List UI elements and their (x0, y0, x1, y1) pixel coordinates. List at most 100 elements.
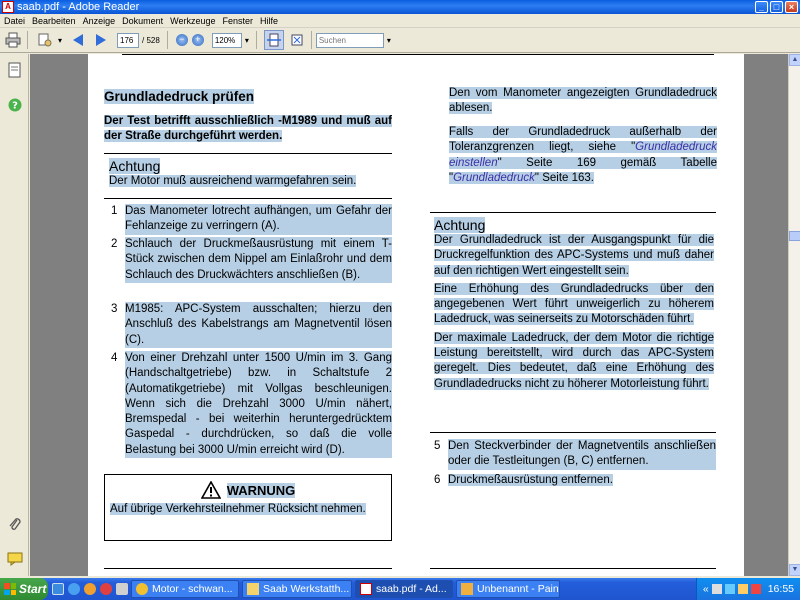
step-number: 3 (111, 303, 118, 315)
achtung-title: Achtung (434, 217, 486, 233)
toolbar: ▾ / 528 − + ▾ ▾ (0, 28, 800, 53)
security-icon[interactable] (750, 584, 761, 594)
taskbar-item-saab-werkstatt[interactable]: Saab Werkstatth... (242, 580, 352, 598)
page-total-label: / 528 (142, 35, 160, 45)
menu-bearbeiten[interactable]: Bearbeiten (28, 16, 79, 26)
document-viewport[interactable]: Grundladedruck prüfen Der Test betrifft … (30, 54, 788, 576)
tray-expand-icon[interactable]: « (703, 583, 709, 595)
taskbar-item-motor[interactable]: Motor - schwan... (131, 580, 239, 598)
page-frame-top (122, 54, 714, 55)
step-text: Druckmeßausrüstung entfernen. (448, 474, 613, 486)
step-text: Den Steckverbinder der Magnetventils ans… (448, 439, 716, 470)
pages-panel-icon[interactable] (7, 62, 23, 78)
start-button[interactable]: Start (0, 578, 48, 600)
tray-app-icon[interactable] (737, 584, 748, 594)
browser-icon (136, 583, 148, 595)
step-number: 4 (111, 352, 118, 364)
taskbar-item-saab-pdf[interactable]: saab.pdf - Ad... (355, 580, 453, 598)
link-grundladedruck-tabelle[interactable]: Grundladedruck (453, 172, 535, 184)
intro-text: Der Test betrifft ausschließlich -M1989 … (104, 115, 392, 143)
step-text: Schlauch der Druckmeßausrüstung mit eine… (125, 237, 392, 283)
print-button[interactable] (3, 30, 23, 50)
warning-title: WARNUNG (226, 482, 296, 498)
network-icon[interactable] (711, 584, 722, 594)
window-title: saab.pdf - Adobe Reader (17, 1, 140, 13)
windows-logo-icon (4, 583, 16, 595)
system-tray: « 16:55 (695, 578, 800, 600)
toolbar-separator (166, 31, 168, 49)
dropdown-arrow-icon[interactable]: ▾ (58, 36, 62, 45)
show-desktop-icon[interactable] (52, 583, 64, 595)
internet-explorer-icon[interactable] (68, 583, 80, 595)
warning-box: WARNUNG Auf übrige Verkehrsteilnehmer Rü… (104, 474, 392, 541)
step-text: Das Manometer lotrecht aufhängen, um Gef… (125, 204, 392, 235)
scroll-down-button[interactable]: ▼ (789, 564, 800, 576)
zoom-dropdown-arrow-icon[interactable]: ▾ (245, 36, 249, 45)
task-label: Motor - schwan... (152, 583, 233, 595)
attachment-icon[interactable] (7, 517, 23, 533)
task-label: saab.pdf - Ad... (376, 583, 447, 595)
intro-paragraph: Der Test betrifft ausschließlich -M1989 … (104, 114, 392, 145)
zoom-in-icon[interactable]: + (191, 34, 204, 46)
paint-icon (461, 583, 473, 595)
achtung-box-left: Achtung Der Motor muß ausreichend warmge… (109, 158, 389, 189)
pdf-app-icon: A (2, 1, 14, 13)
step-text: M1985: APC-System ausschalten; hierzu de… (125, 302, 392, 348)
start-label: Start (19, 582, 47, 596)
divider (104, 153, 392, 154)
step-number: 1 (111, 205, 118, 217)
step-item: 2 Schlauch der Druckmeßausrüstung mit ei… (111, 237, 392, 283)
hand-tool-button[interactable] (35, 30, 55, 50)
step-item: 5 Den Steckverbinder der Magnetventils a… (434, 439, 716, 470)
warning-icon (200, 481, 221, 499)
step-item: 3 M1985: APC-System ausschalten; hierzu … (111, 302, 392, 348)
menu-fenster[interactable]: Fenster (218, 16, 256, 26)
next-page-button[interactable] (91, 30, 111, 50)
search-dropdown-arrow-icon[interactable]: ▾ (387, 36, 391, 45)
reading-text: Den vom Manometer angezeigten Grundladed… (449, 87, 717, 115)
search-input[interactable] (315, 32, 384, 48)
scroll-thumb[interactable] (789, 231, 800, 241)
menu-dokument[interactable]: Dokument (118, 16, 166, 26)
taskbar-item-paint[interactable]: Unbenannt - Paint (456, 580, 560, 598)
page-number-input[interactable] (117, 32, 140, 48)
quicklaunch-app-icon[interactable] (100, 583, 112, 595)
media-player-icon[interactable] (84, 583, 96, 595)
achtung-text: Der Motor muß ausreichend warmgefahren s… (109, 175, 357, 187)
right-para-1: Den vom Manometer angezeigten Grundladed… (449, 86, 717, 117)
zoom-out-icon[interactable]: − (175, 34, 188, 46)
achtung-para: Eine Erhöhung des Grundladedrucks über d… (434, 282, 714, 326)
help-icon[interactable]: ? (7, 97, 23, 113)
prev-page-button[interactable] (68, 30, 88, 50)
comments-icon[interactable] (7, 551, 23, 567)
menu-datei[interactable]: Datei (0, 16, 28, 26)
menu-werkzeuge[interactable]: Werkzeuge (166, 16, 218, 26)
fit-page-button[interactable] (287, 30, 307, 50)
divider (104, 568, 392, 569)
zoom-input[interactable] (211, 32, 242, 48)
warning-text: Auf übrige Verkehrsteilnehmer Rücksicht … (110, 503, 366, 515)
prev-page-icon (73, 34, 84, 46)
navigation-panel: ? (0, 54, 29, 576)
menu-anzeige[interactable]: Anzeige (79, 16, 119, 26)
achtung-title: Achtung (109, 158, 161, 174)
step-text: Von einer Drehzahl unter 1500 U/min im 3… (125, 351, 392, 459)
quicklaunch-app-icon[interactable] (116, 583, 128, 595)
menu-hilfe[interactable]: Hilfe (256, 16, 281, 26)
volume-icon[interactable] (724, 584, 735, 594)
step-item: 1 Das Manometer lotrecht aufhängen, um G… (111, 204, 392, 235)
clock[interactable]: 16:55 (768, 583, 794, 595)
maximize-button[interactable]: □ (770, 1, 783, 13)
achtung-para: Der Grundladedruck ist der Ausgangspunkt… (434, 234, 714, 277)
right-para-2: Falls der Grundladedruck außerhalb der T… (449, 125, 717, 186)
vertical-scrollbar[interactable]: ▲ ▼ (788, 54, 800, 576)
scroll-up-button[interactable]: ▲ (789, 54, 800, 66)
toolbar-separator (310, 31, 312, 49)
toolbar-separator (27, 31, 28, 49)
para-text: " Seite 163. (534, 171, 594, 184)
minimize-button[interactable]: _ (755, 1, 768, 13)
close-button[interactable]: × (785, 1, 798, 13)
fit-width-button[interactable] (263, 30, 284, 50)
step-number: 5 (434, 440, 441, 452)
taskbar: Start Motor - schwan... Saab Werkstatth.… (0, 578, 800, 600)
